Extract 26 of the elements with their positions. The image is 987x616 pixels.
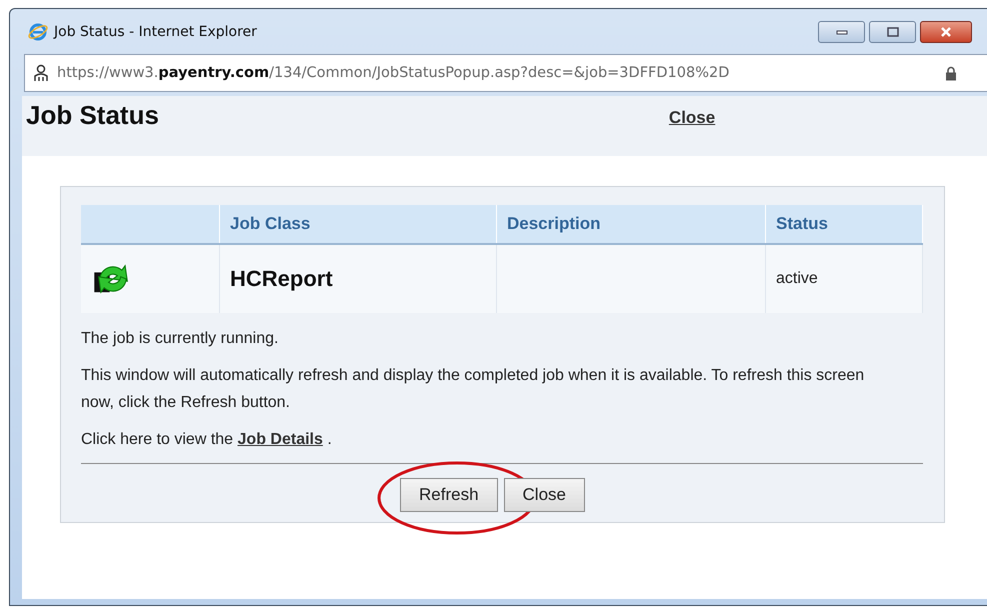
message-text: This window will automatically refresh and display the completed job when it is available. To refresh this screen now, click the Refresh button. bbox=[81, 366, 866, 413]
close-icon bbox=[940, 26, 952, 36]
column-header: Job Class bbox=[220, 205, 496, 244]
browser-logo-icon bbox=[28, 22, 48, 42]
action-button[interactable]: Close bbox=[504, 478, 585, 512]
close-link[interactable]: Close bbox=[668, 108, 716, 128]
person-icon bbox=[33, 64, 49, 82]
url-text: https://www3.payentry.com/134/Common/JobStatusPopup.asp?desc=&job=3DFFD108%2D bbox=[57, 65, 730, 81]
job-details-link[interactable]: Job Details bbox=[238, 431, 323, 448]
close-button[interactable] bbox=[920, 20, 972, 42]
address-bar[interactable]: https://www3.payentry.com/134/Common/JobStatusPopup.asp?desc=&job=3DFFD108%2D bbox=[24, 54, 987, 92]
column-header: Description bbox=[496, 205, 766, 244]
period-text: . bbox=[327, 431, 332, 448]
column-header: Status bbox=[766, 205, 922, 244]
table-cell: active bbox=[766, 244, 922, 313]
minimize-button[interactable] bbox=[818, 20, 865, 42]
action-button[interactable]: Refresh bbox=[400, 478, 498, 512]
table-cell: HCReport bbox=[220, 244, 496, 313]
message-text: The job is currently running. bbox=[81, 329, 280, 349]
page-heading: Job Status bbox=[26, 100, 159, 131]
maximize-button[interactable] bbox=[869, 20, 916, 42]
minimize-icon bbox=[836, 28, 848, 34]
window-title: Job Status - Internet Explorer bbox=[54, 24, 257, 40]
message-text: Click here to view the bbox=[81, 431, 234, 448]
lock-icon bbox=[945, 66, 957, 80]
maximize-icon bbox=[886, 26, 898, 36]
